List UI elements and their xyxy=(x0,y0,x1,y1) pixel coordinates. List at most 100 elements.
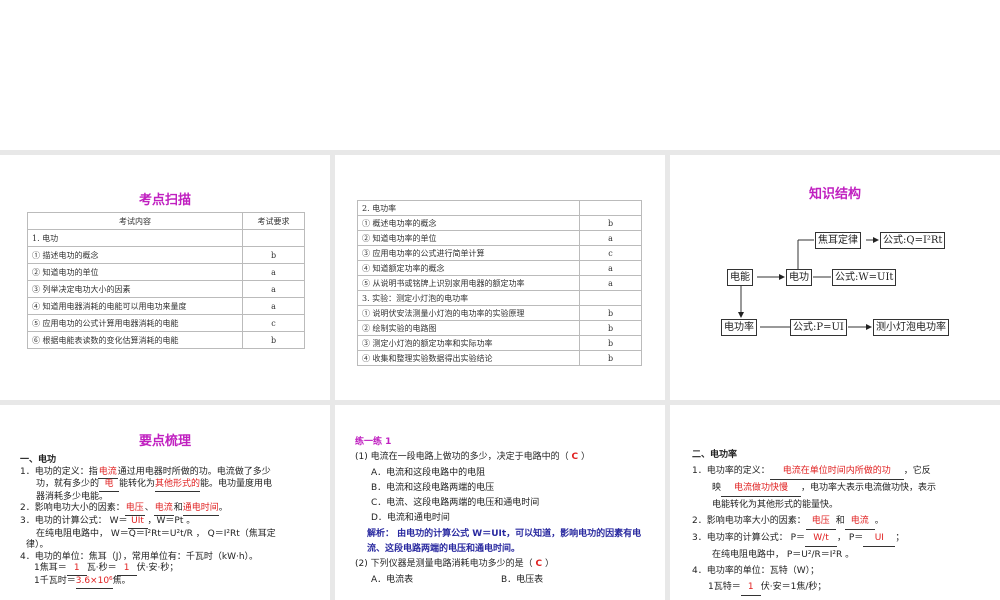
slide-title: 要点梳理 xyxy=(138,434,191,449)
slide-body: 练一练 1 (1) 电流在一段电路上做功的多少，决定于电路中的（ C ） A．电… xyxy=(355,435,655,588)
text: 由电功的计算公式 W＝UIt，可以知道，影响电功的因素有电流、这段电路两端的电压… xyxy=(367,528,642,555)
table-row: 1. 电功 xyxy=(27,229,305,247)
text: W/t xyxy=(805,530,838,547)
text: 1．电功的定义：指 xyxy=(20,466,98,477)
text: C xyxy=(535,559,543,570)
text: b xyxy=(242,331,305,349)
text: ③ 列举决定电功大小的因素 xyxy=(27,280,243,298)
text: C．电流、这段电路两端的电压和通电时间 xyxy=(371,498,540,509)
text: 3.6×10⁶ xyxy=(75,576,113,589)
text: c xyxy=(579,245,642,261)
text: A．电流和这段电路中的电阻 xyxy=(371,467,486,478)
table-row: ② 知道电功率的单位 a xyxy=(357,230,642,246)
text: 1．电功率的定义： xyxy=(692,466,770,476)
text: 。 xyxy=(874,516,884,526)
text: 焦。 xyxy=(112,575,131,586)
text: 3. 实验：测定小灯泡的电功率 xyxy=(357,290,580,306)
text: a xyxy=(242,263,305,281)
text: 器消耗多少电能。 xyxy=(36,491,109,502)
node-formula-w: 公式:W=UIt xyxy=(832,269,897,286)
text: a xyxy=(579,260,642,276)
text: a xyxy=(579,230,642,246)
text: 电流在单位时间内所做的功 xyxy=(769,463,904,480)
text: 、 xyxy=(144,503,154,514)
text: 3．电功率的计算公式： P＝ xyxy=(692,533,806,543)
text: ； xyxy=(895,533,905,543)
text: c xyxy=(242,314,305,332)
text: 瓦·秒＝ xyxy=(86,563,117,574)
text: 练一练 1 xyxy=(355,437,392,447)
text: ⑤ 应用电功的公式计算用电器消耗的电能 xyxy=(27,314,243,332)
text xyxy=(242,229,305,247)
text: 电流做功快慢 xyxy=(721,480,802,497)
text: 和 xyxy=(173,503,183,514)
text: (1) 电流在一段电路上做功的多少，决定于电路中的（ xyxy=(355,452,569,463)
text xyxy=(579,200,642,216)
table-row: ① 概述电功率的概念 b xyxy=(357,215,642,231)
text: ② 绘制实验的电路图 xyxy=(357,320,580,336)
text: b xyxy=(242,246,305,264)
text: 能。电功量度用电 xyxy=(200,479,273,490)
text: 能转化为 xyxy=(119,479,156,490)
text: 1千瓦时＝ xyxy=(34,575,76,586)
header-cell: 考试内容 xyxy=(27,212,243,230)
text: 1 xyxy=(740,579,761,596)
text: ⑥ 根据电能表读数的变化估算消耗的电能 xyxy=(27,331,243,349)
table-row: ③ 应用电功率的公式进行简单计算 c xyxy=(357,245,642,261)
text: ② 知道电功的单位 xyxy=(27,263,243,281)
text: 1瓦特＝ xyxy=(708,582,741,592)
table-row: ⑥ 根据电能表读数的变化估算消耗的电能 b xyxy=(27,331,305,349)
table-row: ③ 列举决定电功大小的因素 a xyxy=(27,280,305,298)
table-row: ⑤ 从说明书或铭牌上识别家用电器的额定功率 a xyxy=(357,275,642,291)
node-measure-bulb: 测小灯泡电功率 xyxy=(873,319,949,336)
table-row: ④ 知道额定功率的概念 a xyxy=(357,260,642,276)
text: 2．影响电功率大小的因素： xyxy=(692,516,806,526)
slide-thumbnail-5[interactable]: 练一练 1 (1) 电流在一段电路上做功的多少，决定于电路中的（ C ） A．电… xyxy=(335,405,665,600)
slide-thumbnail-6[interactable]: 二、电功率 1．电功率的定义： 电流在单位时间内所做的功 ，它反 映电流做功快慢 ，电… xyxy=(670,405,1000,600)
text: UI xyxy=(863,530,896,547)
blank-area xyxy=(0,0,1000,150)
text: ① 概述电功率的概念 xyxy=(357,215,580,231)
text: B．电压表 xyxy=(501,574,544,585)
text: a xyxy=(242,297,305,315)
text: 和 xyxy=(835,516,845,526)
node-joule-law: 焦耳定律 xyxy=(815,232,861,249)
text: 1 xyxy=(116,563,137,576)
text: 其他形式的 xyxy=(155,479,201,492)
node-gonglv: 电功率 xyxy=(721,319,757,336)
text: 律）。 xyxy=(26,540,49,551)
table-row: ③ 测定小灯泡的额定功率和实际功率 b xyxy=(357,335,642,351)
text: ③ 应用电功率的公式进行简单计算 xyxy=(357,245,580,261)
text: ， P＝ xyxy=(837,533,864,543)
table-row: ④ 知道用电器消耗的电能可以用电功来量度 a xyxy=(27,297,305,315)
table-row: ② 绘制实验的电路图 b xyxy=(357,320,642,336)
text: 通过用电器时所做的功。电流做了多少 xyxy=(117,466,271,477)
text: ⑤ 从说明书或铭牌上识别家用电器的额定功率 xyxy=(357,275,580,291)
table-row: ① 说明伏安法测量小灯泡的电功率的实验原理 b xyxy=(357,305,642,321)
slide-thumbnail-2[interactable]: 2. 电功率 ① 概述电功率的概念 b ② 知道电功率的单位 a ③ 应用电功率的公… xyxy=(335,155,665,400)
text: 电流 xyxy=(97,467,118,480)
node-dianneng: 电能 xyxy=(727,269,753,286)
text: A．电流表 xyxy=(371,574,414,585)
slide-thumbnail-3[interactable]: 知识结构 电能 电功 焦耳定律 公式:Q=I²Rt 公式:W=UIt 电功率 公… xyxy=(670,155,1000,400)
text: a xyxy=(242,280,305,298)
text: 功，就有多少的 xyxy=(36,479,100,490)
text: 电 xyxy=(99,479,120,492)
text: (2) 下列仪器是测量电路消耗电功多少的是（ xyxy=(355,559,533,570)
text: b xyxy=(579,215,642,231)
text: 在纯电阻电路中， P＝U²/R＝I²R 。 xyxy=(712,550,855,560)
slide-thumbnail-1[interactable]: 考点扫描 考试内容 考试要求 1. 电功 ① 描述电功的概念 b ② 知道电功的单位… xyxy=(0,155,330,400)
text: ④ 收集和整理实验数据得出实验结论 xyxy=(357,350,580,366)
text: b xyxy=(579,335,642,351)
text: a xyxy=(579,275,642,291)
text: ③ 测定小灯泡的额定功率和实际功率 xyxy=(357,335,580,351)
text: 通电时间 xyxy=(182,503,219,516)
text: ） xyxy=(544,559,554,570)
text: b xyxy=(579,350,642,366)
text: B．电流和这段电路两端的电压 xyxy=(371,482,495,493)
text: C xyxy=(571,452,579,463)
slide-thumbnail-4[interactable]: 要点梳理 一、电功 1．电功的定义：指电流通过用电器时所做的功。电流做了多少 功… xyxy=(0,405,330,600)
slide-body: 一、电功 1．电功的定义：指电流通过用电器时所做的功。电流做了多少 功，就有多少… xyxy=(20,455,325,589)
node-diangong: 电功 xyxy=(786,269,812,286)
node-formula-q: 公式:Q=I²Rt xyxy=(880,232,946,249)
